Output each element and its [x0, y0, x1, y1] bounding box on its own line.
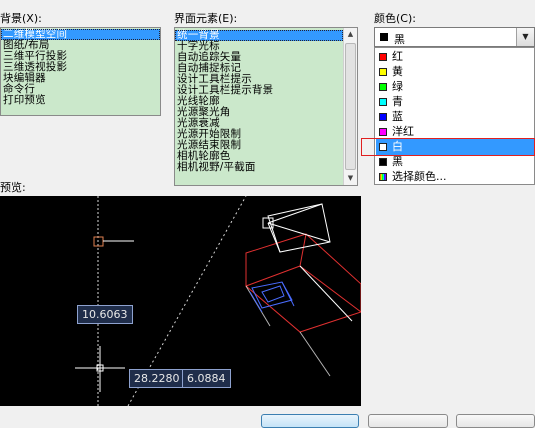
- color-option-label: 选择颜色...: [392, 170, 447, 183]
- restore-button[interactable]: [368, 414, 448, 428]
- color-label: 颜色(C):: [374, 12, 416, 25]
- scroll-thumb[interactable]: [345, 43, 356, 170]
- color-option-label: 青: [392, 95, 403, 108]
- current-color-swatch: [380, 33, 388, 41]
- scroll-down-icon[interactable]: ▼: [344, 172, 357, 185]
- current-color-label: 黑: [394, 33, 405, 46]
- palette-icon: [379, 173, 387, 181]
- apply-button[interactable]: [261, 414, 359, 428]
- color-option[interactable]: 红: [376, 49, 534, 65]
- scroll-up-icon[interactable]: ▲: [344, 28, 357, 41]
- color-option-label: 洋红: [392, 125, 414, 138]
- color-option[interactable]: 黄: [376, 64, 534, 80]
- color-swatch: [379, 158, 387, 166]
- color-option[interactable]: 蓝: [376, 109, 534, 125]
- preview-label: 预览:: [0, 181, 26, 194]
- context-label: 背景(X):: [0, 12, 42, 25]
- color-option[interactable]: 绿: [376, 79, 534, 95]
- color-dropdown-list[interactable]: 红黄绿青蓝洋红白黑选择颜色...: [374, 47, 535, 185]
- red-highlight-box: [361, 138, 535, 156]
- chevron-down-icon[interactable]: ▼: [516, 28, 534, 46]
- color-option-label: 蓝: [392, 110, 403, 123]
- cancel-button[interactable]: [456, 414, 535, 428]
- color-swatch: [379, 53, 387, 61]
- dimension-vertical: 10.6063: [77, 305, 133, 324]
- color-swatch: [379, 68, 387, 76]
- color-option[interactable]: 选择颜色...: [376, 169, 534, 185]
- color-option[interactable]: 青: [376, 94, 534, 110]
- context-item[interactable]: 打印预览: [1, 95, 160, 106]
- color-option-label: 黄: [392, 65, 403, 78]
- color-combobox[interactable]: 黑 ▼: [374, 27, 535, 47]
- dimension-y: 6.0884: [182, 369, 231, 388]
- context-listbox[interactable]: 二维模型空间 图纸/布局 三维平行投影 三维透视投影 块编辑器 命令行 打印预览: [0, 27, 161, 116]
- element-items: 统一背景 十字光标 自动追踪矢量 自动捕捉标记 设计工具栏提示 设计工具栏提示背景 光线轮廓…: [175, 28, 343, 173]
- color-swatch: [379, 128, 387, 136]
- color-option-label: 绿: [392, 80, 403, 93]
- element-listbox[interactable]: 统一背景 十字光标 自动追踪矢量 自动捕捉标记 设计工具栏提示 设计工具栏提示背景 光线轮廓…: [174, 27, 358, 186]
- preview-canvas: 10.6063 28.2280 6.0884: [0, 196, 361, 406]
- color-swatch: [379, 98, 387, 106]
- color-option-label: 红: [392, 50, 403, 63]
- color-swatch: [379, 83, 387, 91]
- dimension-x: 28.2280: [129, 369, 185, 388]
- color-swatch: [379, 113, 387, 121]
- element-scrollbar[interactable]: ▲ ▼: [343, 28, 357, 185]
- context-items: 二维模型空间 图纸/布局 三维平行投影 三维透视投影 块编辑器 命令行 打印预览: [1, 28, 160, 106]
- color-option-label: 黑: [392, 155, 403, 168]
- element-label: 界面元素(E):: [174, 12, 238, 25]
- color-option[interactable]: 黑: [376, 154, 534, 170]
- element-item[interactable]: 相机视野/平截面: [175, 162, 343, 173]
